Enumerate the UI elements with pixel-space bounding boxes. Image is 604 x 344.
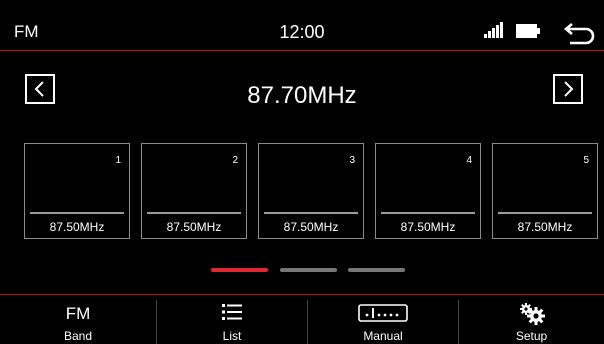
preset-divider <box>30 212 124 214</box>
preset-frequency: 87.50MHz <box>49 220 105 234</box>
radio-screen: FM 12:00 87.70MHz 1 87.50MHz 2 87.50MHz … <box>0 0 604 344</box>
page-indicator-1[interactable] <box>211 268 268 272</box>
preset-divider <box>147 212 241 214</box>
preset-number: 1 <box>115 155 121 166</box>
page-indicator-2[interactable] <box>280 268 337 272</box>
page-indicator-3[interactable] <box>348 268 405 272</box>
setup-button[interactable]: Setup <box>459 295 604 344</box>
preset-divider <box>381 212 475 214</box>
preset-frequency: 87.50MHz <box>283 220 339 234</box>
clock: 12:00 <box>279 22 325 42</box>
preset-number: 3 <box>349 155 355 166</box>
chevron-right-icon <box>564 81 574 97</box>
preset-button[interactable]: 5 87.50MHz <box>492 143 598 239</box>
manual-button[interactable]: Manual <box>308 295 458 344</box>
preset-frequency: 87.50MHz <box>166 220 222 234</box>
preset-number: 5 <box>583 155 589 166</box>
preset-divider <box>264 212 358 214</box>
setup-label: Setup <box>515 329 548 343</box>
preset-divider <box>498 212 592 214</box>
back-button[interactable] <box>562 20 596 46</box>
preset-button[interactable]: 3 87.50MHz <box>258 143 364 239</box>
signal-icon <box>484 22 503 38</box>
list-icon <box>222 304 242 320</box>
header-divider <box>0 50 604 51</box>
manual-tuning-icon <box>358 304 408 322</box>
manual-label: Manual <box>363 329 403 343</box>
preset-button[interactable]: 1 87.50MHz <box>24 143 130 239</box>
band-button[interactable]: FM Band <box>0 295 156 344</box>
back-arrow-icon <box>563 23 595 45</box>
preset-frequency: 87.50MHz <box>517 220 573 234</box>
gears-icon <box>519 303 545 325</box>
battery-icon <box>516 24 540 38</box>
band-label: Band <box>63 329 93 343</box>
list-button[interactable]: List <box>157 295 307 344</box>
seek-up-button[interactable] <box>553 74 583 104</box>
list-label: List <box>222 329 242 343</box>
status-bar: FM 12:00 <box>0 0 604 50</box>
preset-number: 4 <box>466 155 472 166</box>
band-icon: FM <box>65 304 91 323</box>
preset-button[interactable]: 4 87.50MHz <box>375 143 481 239</box>
preset-button[interactable]: 2 87.50MHz <box>141 143 247 239</box>
current-frequency: 87.70MHz <box>247 82 357 109</box>
preset-number: 2 <box>232 155 238 166</box>
preset-frequency: 87.50MHz <box>400 220 456 234</box>
